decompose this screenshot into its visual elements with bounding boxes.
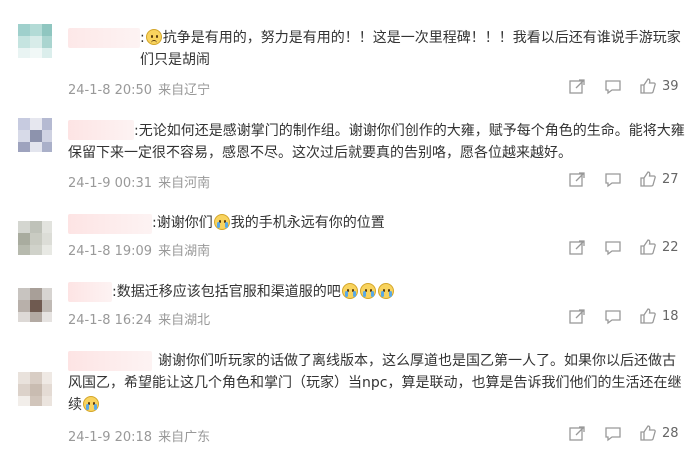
- like-count: 28: [662, 426, 679, 441]
- share-icon[interactable]: [568, 308, 586, 326]
- comment-icon[interactable]: [604, 171, 622, 189]
- crying-emoji-icon: [359, 283, 376, 299]
- comment-icon[interactable]: [604, 425, 622, 443]
- like-count: 18: [662, 309, 679, 324]
- comment-location: 来自湖南: [158, 244, 211, 259]
- comment-location: 来自辽宁: [158, 83, 211, 98]
- comment-location: 来自河南: [158, 176, 211, 191]
- comment-text: :谢谢你们 我的手机永远有你的位置: [152, 214, 385, 231]
- comment-meta: 24-1-9 20:18 来自广东: [68, 426, 210, 445]
- like-icon[interactable]: [639, 238, 657, 256]
- like-count: 39: [662, 79, 679, 94]
- crying-emoji-icon: [83, 396, 99, 412]
- avatar[interactable]: [18, 24, 52, 58]
- like-count: 27: [662, 172, 679, 187]
- sad-emoji-icon: [145, 29, 162, 45]
- username-blurred[interactable]: [68, 28, 140, 48]
- like-icon[interactable]: [639, 77, 657, 95]
- comment-text: :无论如何还是感谢掌门的制作组。谢谢你们创作的大雍，赋予每个角色的生命。能将大雍…: [68, 123, 685, 161]
- share-icon[interactable]: [568, 239, 586, 257]
- like-count: 22: [662, 240, 679, 255]
- comment-text: :数据迁移应该包括官服和渠道服的吧: [112, 281, 672, 303]
- comment-meta: 24-1-8 19:09 来自湖南: [68, 240, 210, 259]
- crying-emoji-icon: [377, 283, 394, 299]
- avatar[interactable]: [18, 288, 52, 322]
- comment-date: 24-1-9 00:31: [68, 176, 153, 191]
- comment-text: : 抗争是有用的，努力是有用的！！这是一次里程碑！！！我看以后还有谁说手游玩家们只…: [140, 29, 681, 68]
- comment-icon[interactable]: [604, 78, 622, 96]
- comment-location: 来自广东: [158, 430, 211, 445]
- comment-date: 24-1-8 19:09: [68, 244, 153, 259]
- comment-date: 24-1-9 20:18: [68, 430, 153, 445]
- like-icon[interactable]: [639, 424, 657, 442]
- comment-icon[interactable]: [604, 308, 622, 326]
- crying-emoji-icon: [341, 283, 358, 299]
- crying-emoji-icon: [213, 214, 230, 230]
- share-icon[interactable]: [568, 78, 586, 96]
- like-icon[interactable]: [639, 307, 657, 325]
- like-icon[interactable]: [639, 170, 657, 188]
- comment-text: 谢谢你们听玩家的话做了离线版本，这么厚道也是国乙第一人了。如果你以后还做古风国乙…: [68, 353, 682, 413]
- comment-date: 24-1-8 16:24: [68, 313, 153, 328]
- avatar[interactable]: [18, 372, 52, 406]
- comment-location: 来自湖北: [158, 313, 211, 328]
- username-blurred[interactable]: [68, 282, 112, 302]
- avatar[interactable]: [18, 118, 52, 152]
- username-blurred[interactable]: [68, 214, 152, 234]
- comment-date: 24-1-8 20:50: [68, 83, 153, 98]
- avatar[interactable]: [18, 221, 52, 255]
- comment-icon[interactable]: [604, 239, 622, 257]
- comment-meta: 24-1-8 20:50 来自辽宁: [68, 79, 210, 98]
- share-icon[interactable]: [568, 425, 586, 443]
- share-icon[interactable]: [568, 171, 586, 189]
- comment-meta: 24-1-9 00:31 来自河南: [68, 172, 210, 191]
- comment-meta: 24-1-8 16:24 来自湖北: [68, 309, 210, 328]
